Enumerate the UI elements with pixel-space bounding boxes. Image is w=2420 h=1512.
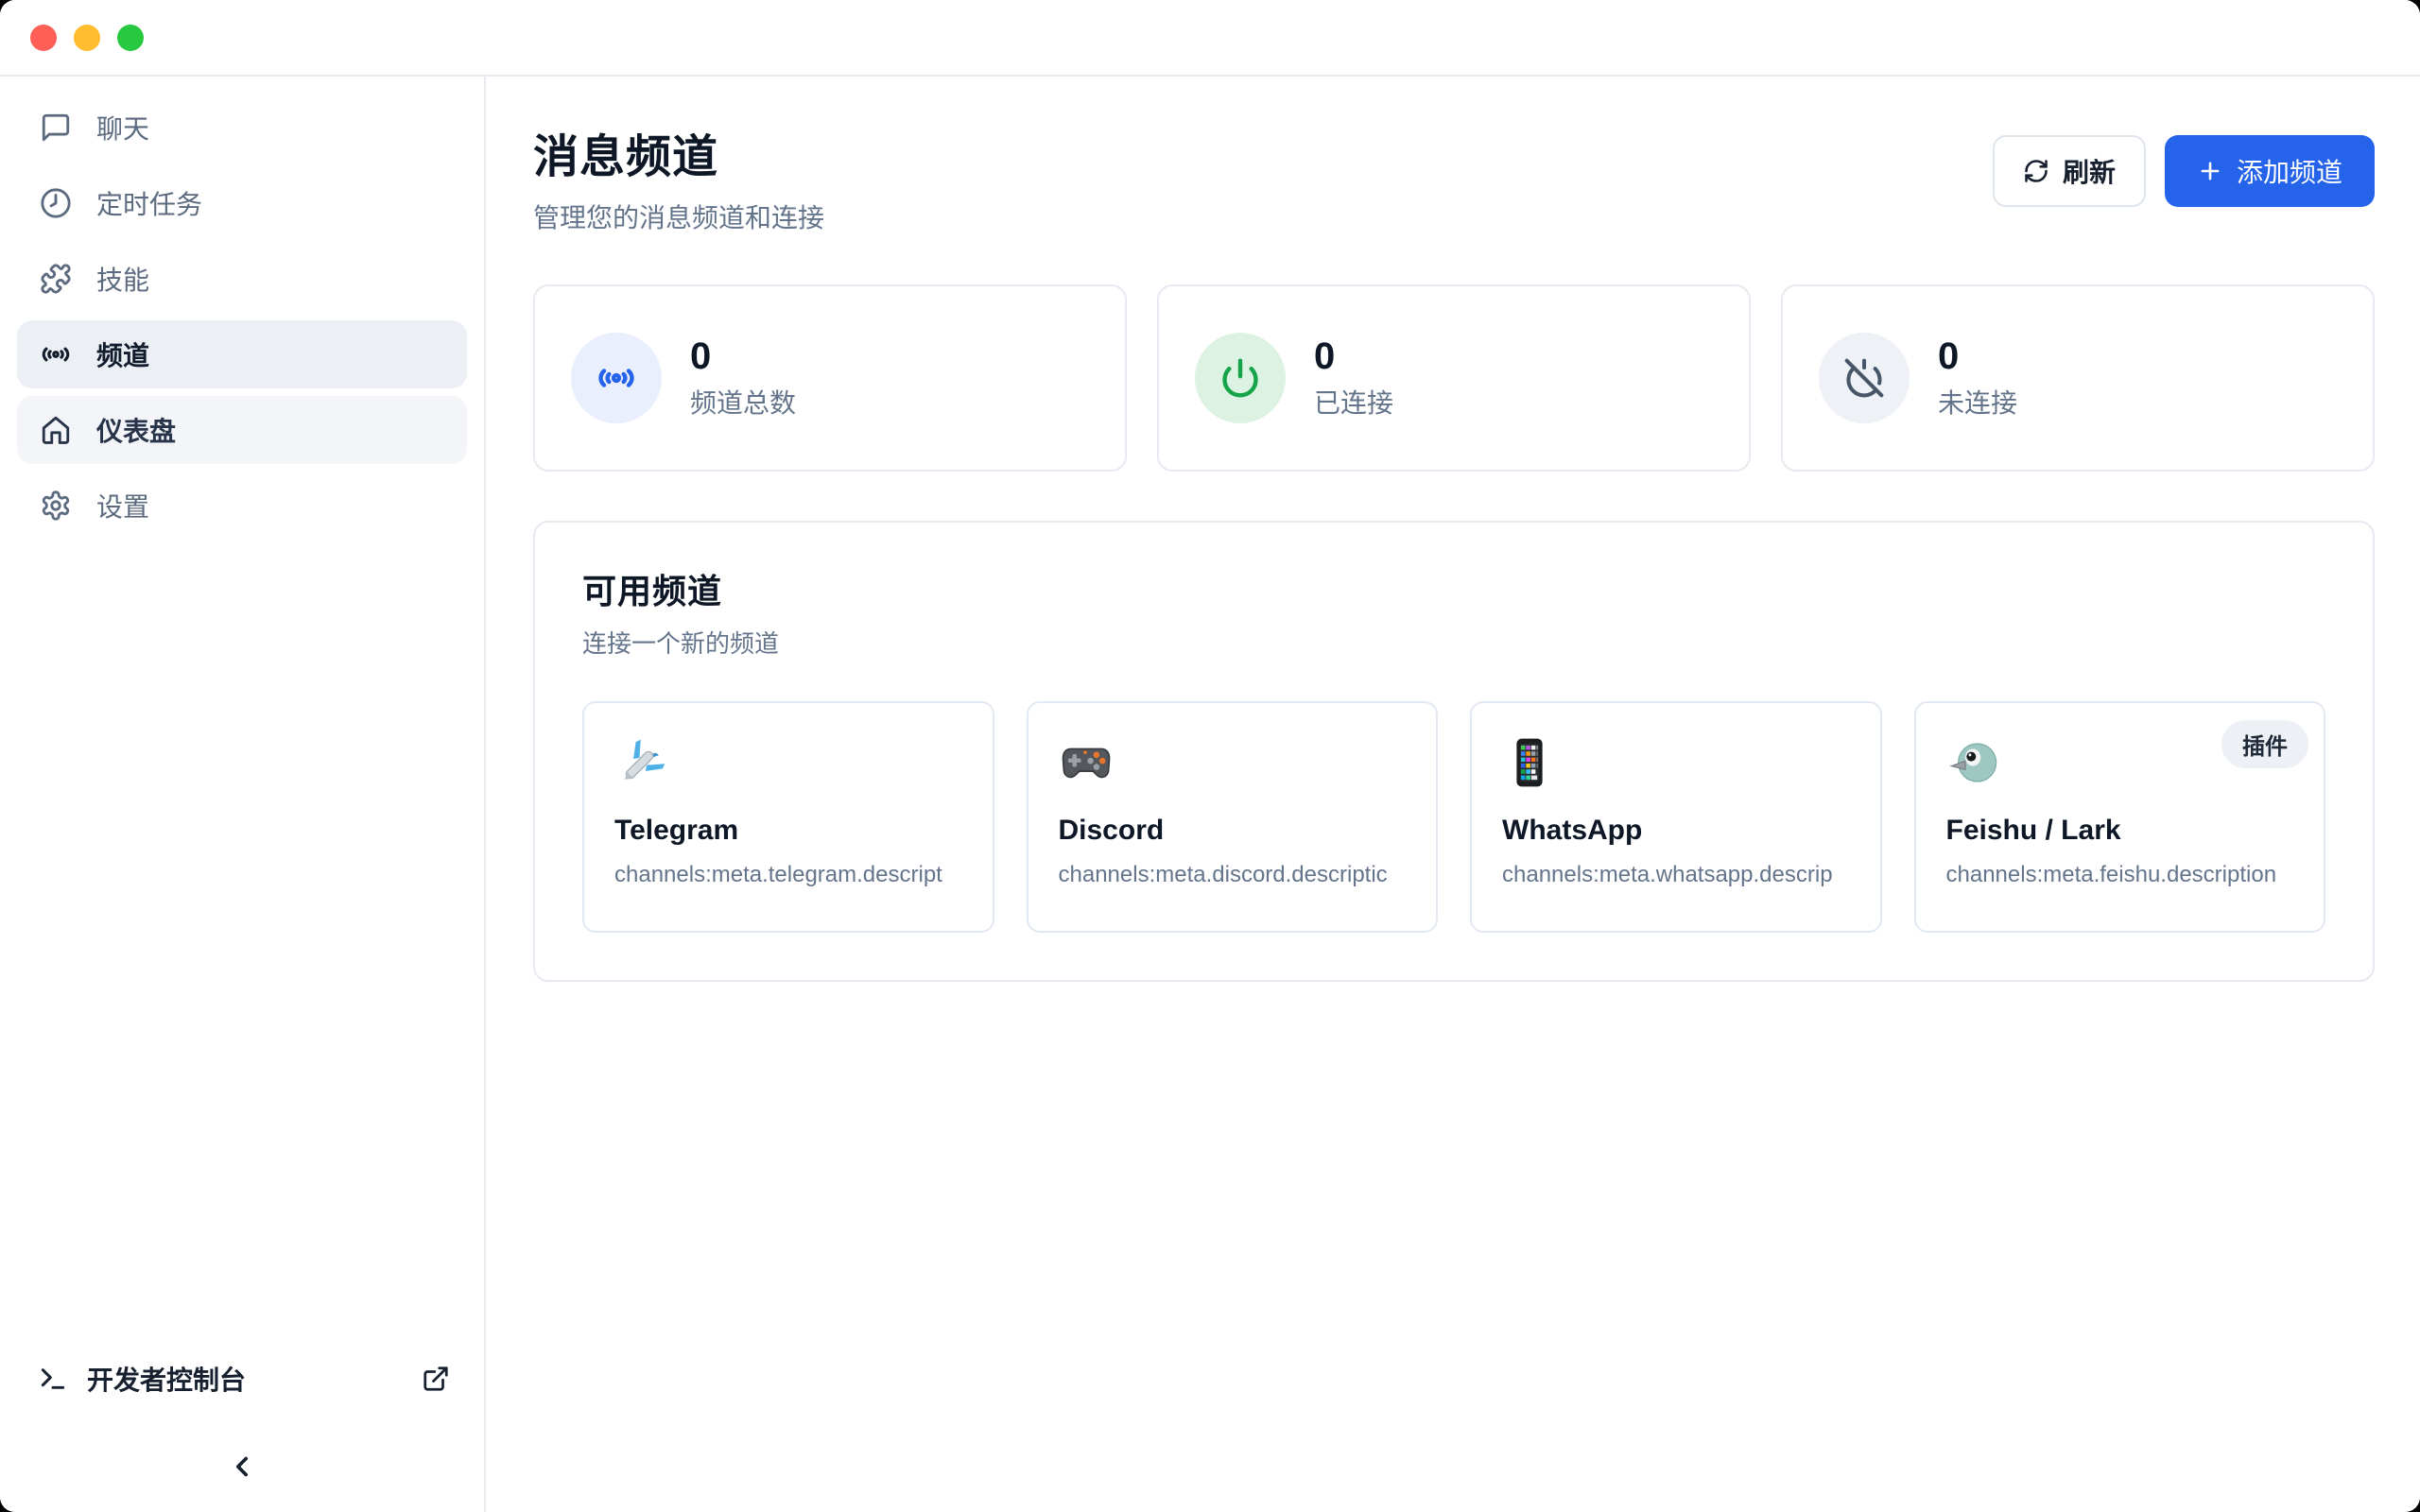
gamepad-emoji-icon (1059, 735, 1114, 790)
sidebar-nav: 聊天 定时任务 技能 频道 (0, 94, 484, 540)
sidebar-collapse-button[interactable] (0, 1421, 484, 1512)
page-title: 消息频道 (533, 129, 824, 186)
broadcast-icon (40, 338, 72, 370)
bird-emoji-icon (1946, 735, 2001, 790)
stat-card-disconnected: 0 未连接 (1781, 284, 2375, 472)
chat-bubble-icon (40, 112, 72, 144)
developer-console-link[interactable]: 开发者控制台 (0, 1353, 484, 1404)
stat-value: 0 (690, 335, 796, 377)
section-subtitle: 连接一个新的频道 (582, 625, 2325, 660)
stats-row: 0 频道总数 0 已连接 (533, 284, 2375, 472)
sidebar-item-label: 频道 (96, 335, 149, 373)
sidebar-item-label: 聊天 (96, 109, 149, 146)
airplane-emoji-icon (614, 735, 669, 790)
sidebar-item-skills[interactable]: 技能 (17, 245, 467, 313)
broadcast-icon (571, 333, 662, 423)
channel-description: channels:meta.discord.descriptic (1059, 862, 1407, 888)
main-content: 消息频道 管理您的消息频道和连接 刷新 添加频道 (486, 77, 2420, 1512)
stat-card-connected: 0 已连接 (1157, 284, 1751, 472)
channel-name: Discord (1059, 815, 1407, 847)
app-screenshot: 聊天 定时任务 技能 频道 (0, 0, 2420, 1512)
page-subtitle: 管理您的消息频道和连接 (533, 198, 824, 235)
phone-emoji-icon (1502, 735, 1557, 790)
plugin-badge: 插件 (2221, 720, 2308, 768)
sidebar-item-label: 仪表盘 (96, 411, 176, 449)
terminal-icon (38, 1364, 68, 1394)
plus-icon (2197, 158, 2223, 184)
refresh-button[interactable]: 刷新 (1993, 135, 2146, 207)
add-channel-button[interactable]: 添加频道 (2165, 135, 2375, 207)
power-off-icon (1819, 333, 1910, 423)
gear-icon (40, 490, 72, 522)
developer-console-label: 开发者控制台 (87, 1360, 246, 1398)
stat-label: 频道总数 (690, 383, 796, 421)
stat-value: 0 (1314, 335, 1393, 377)
stat-card-total-channels: 0 频道总数 (533, 284, 1127, 472)
channel-description: channels:meta.feishu.description (1946, 862, 2294, 888)
available-channels-section: 可用频道 连接一个新的频道 (533, 521, 2375, 982)
channel-name: WhatsApp (1502, 815, 1850, 847)
channel-grid: Telegram channels:meta.telegram.descript (582, 701, 2325, 933)
channel-card-discord[interactable]: Discord channels:meta.discord.descriptic (1027, 701, 1439, 933)
channel-card-feishu[interactable]: 插件 Feish (1914, 701, 2326, 933)
sidebar-item-settings[interactable]: 设置 (17, 472, 467, 540)
zoom-window-button[interactable] (117, 25, 144, 51)
sidebar-item-label: 设置 (96, 487, 149, 524)
stat-label: 未连接 (1938, 383, 2017, 421)
page-header: 消息频道 管理您的消息频道和连接 刷新 添加频道 (533, 129, 2375, 235)
chevron-left-icon (226, 1451, 258, 1483)
sidebar-item-channels[interactable]: 频道 (17, 320, 467, 388)
refresh-icon (2023, 158, 2049, 184)
clock-icon (40, 187, 72, 219)
header-actions: 刷新 添加频道 (1993, 135, 2375, 207)
sidebar-item-scheduled-tasks[interactable]: 定时任务 (17, 169, 467, 237)
section-title: 可用频道 (582, 564, 2325, 613)
home-icon (40, 414, 72, 446)
puzzle-icon (40, 263, 72, 295)
sidebar-item-label: 定时任务 (96, 184, 202, 222)
stat-value: 0 (1938, 335, 2017, 377)
sidebar-footer: 开发者控制台 (0, 1353, 484, 1512)
sidebar-item-dashboard[interactable]: 仪表盘 (17, 396, 467, 464)
external-link-icon (422, 1365, 450, 1393)
stat-label: 已连接 (1314, 383, 1393, 421)
sidebar-item-label: 技能 (96, 260, 149, 298)
channel-card-whatsapp[interactable]: WhatsApp channels:meta.whatsapp.descrip (1470, 701, 1882, 933)
channel-description: channels:meta.whatsapp.descrip (1502, 862, 1850, 888)
traffic-lights (30, 25, 144, 51)
power-icon (1195, 333, 1286, 423)
channel-description: channels:meta.telegram.descript (614, 862, 962, 888)
sidebar: 聊天 定时任务 技能 频道 (0, 77, 486, 1512)
app-window: 聊天 定时任务 技能 频道 (0, 0, 2420, 1512)
channel-name: Telegram (614, 815, 962, 847)
minimize-window-button[interactable] (74, 25, 100, 51)
titlebar (0, 0, 2420, 77)
sidebar-item-chat[interactable]: 聊天 (17, 94, 467, 162)
close-window-button[interactable] (30, 25, 57, 51)
add-channel-button-label: 添加频道 (2237, 152, 2342, 190)
channel-name: Feishu / Lark (1946, 815, 2294, 847)
refresh-button-label: 刷新 (2063, 152, 2116, 190)
channel-card-telegram[interactable]: Telegram channels:meta.telegram.descript (582, 701, 994, 933)
